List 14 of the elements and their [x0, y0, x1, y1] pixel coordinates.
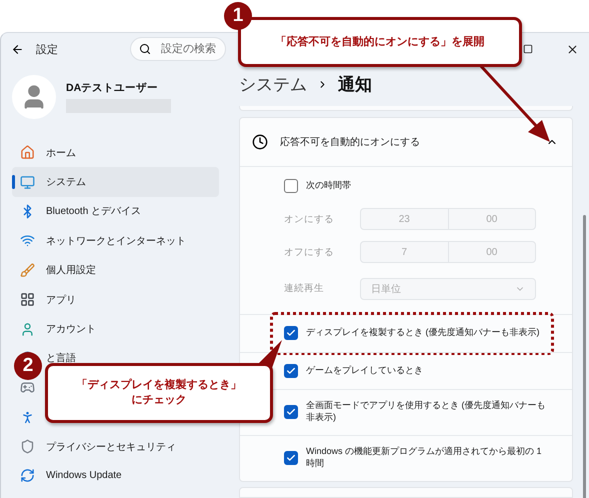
page-title: システム: [239, 74, 307, 96]
user-name: DAテストユーザー: [66, 81, 160, 95]
repeat-label: 連続再生: [284, 282, 325, 296]
step-number: 1: [224, 2, 252, 30]
checkbox-label: Windows の機能更新プログラムが適用されてから最初の 1 時間: [306, 446, 543, 470]
annotation-tooltip: 「ディスプレイを複製するとき」 にチェック: [45, 363, 273, 423]
time-label: オンにする: [284, 212, 335, 226]
window-title: 設定: [36, 42, 58, 56]
checkbox-label: ディスプレイを複製するとき (優先度通知バナーも非表示): [306, 327, 540, 339]
time-label: オフにする: [284, 246, 335, 259]
checkbox-label: ゲームをプレイしているとき: [306, 364, 423, 376]
checkbox-label: 次の時間帯: [306, 180, 351, 192]
page-title: 通知: [338, 74, 372, 96]
checkbox-label: 全画面モードでアプリを使用するとき (優先度通知バナーも非表示): [306, 400, 546, 424]
